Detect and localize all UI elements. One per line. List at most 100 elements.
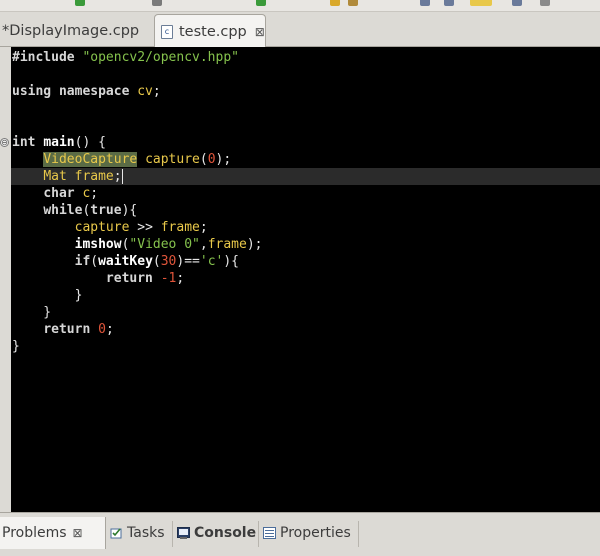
code-line[interactable]: }	[11, 287, 600, 304]
code-token: cv	[137, 84, 153, 99]
console-icon	[177, 527, 190, 539]
toolbar-icon[interactable]	[470, 0, 492, 6]
close-tab-icon[interactable]: ⊠	[255, 25, 265, 39]
code-line[interactable]: return 0;	[11, 321, 600, 338]
code-line[interactable]: return -1;	[11, 270, 600, 287]
editor-gutter: ⊖	[0, 47, 11, 512]
tab-label: Tasks	[127, 525, 165, 541]
tab-label: Console	[194, 525, 257, 541]
toolbar-icon[interactable]	[256, 0, 266, 6]
code-line[interactable]	[11, 117, 600, 134]
code-token: (	[152, 254, 161, 269]
tab-console[interactable]: Console	[177, 519, 256, 547]
code-editor[interactable]: ⊖ #include "opencv2/opencv.hpp" using nam…	[0, 47, 600, 512]
text-caret	[121, 169, 123, 184]
code-line[interactable]: while(true){	[11, 202, 600, 219]
tab-teste-cpp[interactable]: c teste.cpp ⊠	[154, 14, 266, 48]
bottom-views-bar: Problems ⊠ Tasks Console Properties	[0, 512, 600, 556]
code-token: 0	[98, 322, 106, 337]
tab-problems[interactable]: Problems ⊠	[0, 517, 106, 549]
code-token: frame	[207, 237, 247, 252]
toolbar-icon[interactable]	[420, 0, 430, 6]
close-tab-icon[interactable]: ⊠	[73, 526, 83, 540]
code-line[interactable]	[11, 100, 600, 117]
code-token: -1	[160, 271, 177, 286]
tab-separator	[258, 521, 259, 547]
code-line[interactable]: Mat frame;	[11, 168, 600, 185]
code-token: return	[43, 322, 99, 337]
code-token: }	[12, 305, 52, 320]
code-line[interactable]: #include "opencv2/opencv.hpp"	[11, 49, 600, 66]
toolbar-icon[interactable]	[512, 0, 522, 6]
code-token: main	[43, 135, 75, 150]
code-token: () {	[74, 135, 106, 150]
code-line[interactable]: int main() {	[11, 134, 600, 151]
code-token: waitKey	[98, 254, 153, 269]
tab-label: Properties	[280, 525, 351, 541]
code-line[interactable]: using namespace cv;	[11, 83, 600, 100]
code-token: (	[90, 254, 99, 269]
code-token: using namespace	[12, 84, 138, 99]
code-area[interactable]: #include "opencv2/opencv.hpp" using names…	[11, 47, 600, 512]
code-token: 'c'	[199, 254, 224, 269]
code-token: )==	[176, 254, 200, 269]
code-token: 30	[160, 254, 177, 269]
code-line[interactable]: capture >> frame;	[11, 219, 600, 236]
code-token: ;	[199, 220, 208, 235]
code-token: ;	[90, 186, 99, 201]
code-token: return	[105, 271, 161, 286]
editor-tab-bar: *DisplayImage.cpp c teste.cpp ⊠	[0, 13, 600, 48]
toolbar-icon[interactable]	[330, 0, 340, 6]
code-token: while	[43, 203, 83, 218]
cpp-file-icon: c	[161, 24, 173, 39]
toolbar-icon[interactable]	[540, 0, 550, 6]
tab-displayimage-cpp[interactable]: *DisplayImage.cpp	[0, 15, 152, 47]
tab-properties[interactable]: Properties	[263, 519, 351, 547]
code-token: ;	[113, 169, 122, 184]
toolbar-icon[interactable]	[152, 0, 162, 6]
code-token: ,	[199, 237, 208, 252]
toolbar-icon[interactable]	[444, 0, 454, 6]
code-line[interactable]: if(waitKey(30)=='c'){	[11, 253, 600, 270]
tasks-icon	[110, 528, 122, 539]
toolbar-icon[interactable]	[75, 0, 85, 6]
tab-label: teste.cpp	[179, 23, 247, 40]
code-line[interactable]: }	[11, 338, 600, 355]
code-token: (	[199, 152, 208, 167]
code-token: ){	[121, 203, 138, 218]
code-token: frame	[160, 220, 200, 235]
code-token: capture	[145, 152, 200, 167]
code-line[interactable]	[11, 66, 600, 83]
code-token: "Video 0"	[129, 237, 200, 252]
code-token: ;	[152, 84, 161, 99]
code-token: ){	[223, 254, 240, 269]
code-token: >>	[129, 220, 161, 235]
tab-separator	[172, 521, 173, 547]
code-token: }	[12, 288, 83, 303]
code-line[interactable]: VideoCapture capture(0);	[11, 151, 600, 168]
code-token: int	[12, 135, 44, 150]
code-token: ;	[105, 322, 114, 337]
code-line[interactable]: }	[11, 304, 600, 321]
main-toolbar	[0, 0, 600, 12]
code-token: if	[74, 254, 91, 269]
code-token: }	[12, 339, 20, 354]
code-token: true	[90, 203, 122, 218]
code-token: ;	[176, 271, 185, 286]
toolbar-icon[interactable]	[348, 0, 358, 6]
tab-tasks[interactable]: Tasks	[110, 519, 165, 547]
code-line[interactable]: imshow("Video 0",frame);	[11, 236, 600, 253]
code-line[interactable]: char c;	[11, 185, 600, 202]
properties-icon	[263, 527, 276, 539]
fold-collapse-icon[interactable]: ⊖	[0, 138, 9, 147]
